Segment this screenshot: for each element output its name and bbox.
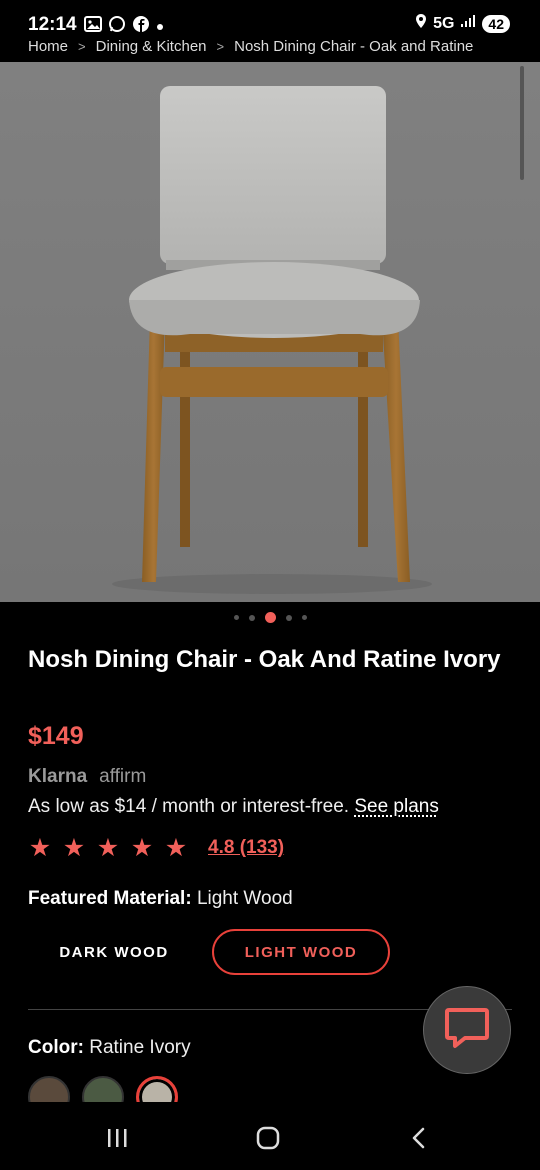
breadcrumb-home[interactable]: Home <box>28 38 68 55</box>
notification-icons <box>84 15 164 38</box>
back-icon <box>412 1127 425 1149</box>
carousel-dot-active[interactable] <box>264 612 276 623</box>
status-time: 12:14 <box>28 14 77 35</box>
signal-icon <box>460 14 476 33</box>
home-button[interactable] <box>250 1120 286 1156</box>
chevron-right-icon: > <box>78 39 86 54</box>
affirm-logo: affirm <box>99 766 147 787</box>
chat-button[interactable] <box>423 986 511 1074</box>
financing-description: As low as $14 / month or interest-free. <box>28 796 350 817</box>
material-value: Light Wood <box>196 888 293 909</box>
recents-button[interactable] <box>100 1120 134 1156</box>
carousel-indicator <box>0 612 540 623</box>
network-label: 5G <box>433 14 455 32</box>
featured-material: Featured Material: Light Wood <box>28 888 293 910</box>
dark-wood-option[interactable]: DARK WOOD <box>40 929 188 975</box>
color-swatch-selected[interactable] <box>136 1076 178 1102</box>
system-nav-bar <box>0 1102 540 1170</box>
color-swatch[interactable] <box>28 1076 70 1102</box>
star-icon: ★ <box>164 834 188 862</box>
rating-link[interactable]: 4.8 (133) <box>208 837 284 859</box>
star-icon: ★ <box>96 834 120 862</box>
dot-icon <box>156 18 164 36</box>
breadcrumb-current[interactable]: Nosh Dining Chair - Oak and Ratine <box>234 38 473 55</box>
color-label: Color: <box>28 1037 84 1058</box>
status-right: 5G 42 <box>415 13 510 34</box>
home-icon <box>256 1126 280 1150</box>
see-plans-link[interactable]: See plans <box>354 796 439 817</box>
gallery-icon <box>84 16 102 37</box>
star-icon: ★ <box>130 834 154 862</box>
chevron-right-icon: > <box>216 39 225 54</box>
chat-icon <box>443 1005 491 1056</box>
recents-icon <box>108 1129 127 1147</box>
carousel-dot[interactable] <box>233 615 239 620</box>
klarna-logo: Klarna <box>28 766 88 787</box>
status-bar: 12:14 5G 42 <box>0 0 540 40</box>
color-value: Ratine Ivory <box>89 1037 191 1058</box>
product-title: Nosh Dining Chair - Oak And Ratine Ivory <box>28 646 501 673</box>
scrollbar[interactable] <box>520 66 524 180</box>
light-wood-option[interactable]: LIGHT WOOD <box>212 929 390 975</box>
carousel-dot[interactable] <box>301 615 307 620</box>
product-price: $149 <box>28 722 84 750</box>
carousel-dot[interactable] <box>285 614 292 621</box>
product-image[interactable] <box>0 62 540 602</box>
financing-text: As low as $14 / month or interest-free. … <box>28 796 439 818</box>
battery-indicator: 42 <box>482 14 510 33</box>
star-icon: ★ <box>62 834 86 862</box>
whatsapp-icon <box>108 15 126 38</box>
back-button[interactable] <box>402 1120 436 1156</box>
payment-logos: Klarna affirm <box>28 766 146 788</box>
color-selection: Color: Ratine Ivory <box>28 1037 191 1059</box>
star-icon: ★ <box>28 834 52 862</box>
breadcrumb: Home > Dining & Kitchen > Nosh Dining Ch… <box>28 38 528 55</box>
breadcrumb-dining-kitchen[interactable]: Dining & Kitchen <box>96 38 207 55</box>
material-label: Featured Material: <box>28 888 192 909</box>
color-swatch[interactable] <box>82 1076 124 1102</box>
chair-illustration <box>0 62 540 602</box>
location-icon <box>415 13 427 34</box>
facebook-icon <box>132 15 150 38</box>
carousel-dot[interactable] <box>248 614 255 621</box>
rating[interactable]: ★ ★ ★ ★ ★ 4.8 (133) <box>28 834 284 862</box>
color-swatches <box>28 1076 178 1102</box>
